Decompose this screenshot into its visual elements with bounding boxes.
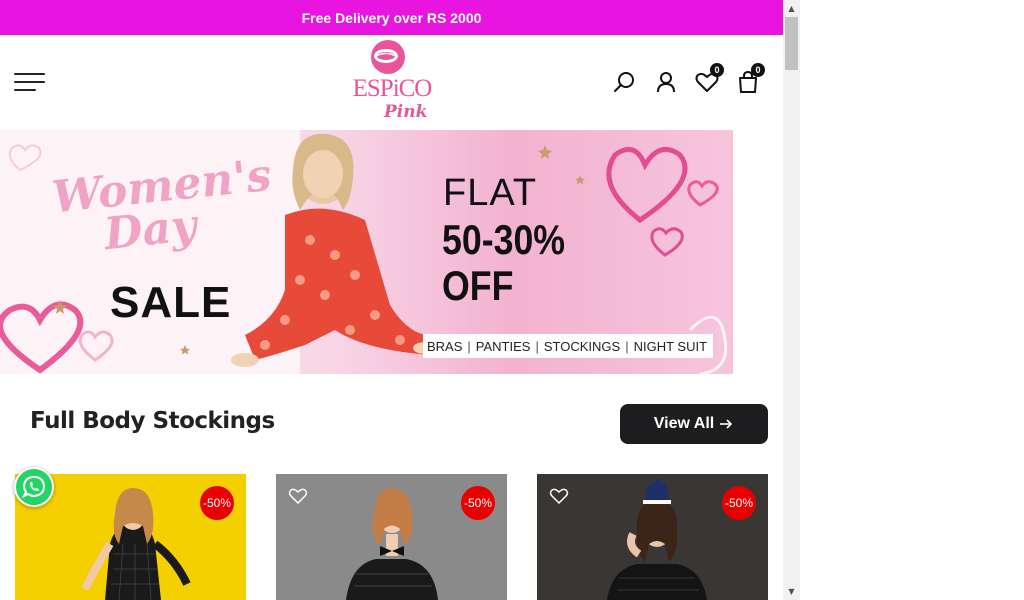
hamburger-menu-icon[interactable] <box>14 73 46 91</box>
scroll-down-arrow-icon[interactable]: ▼ <box>783 583 800 600</box>
logo-brand-text: ESPiCO <box>352 75 433 102</box>
product-card[interactable]: -50% <box>537 474 768 600</box>
page-viewport: Free Delivery over RS 2000 ESPiCO Pink 0… <box>0 0 783 600</box>
banner-discount-text: 50-30% <box>442 216 566 263</box>
section-title: Full Body Stockings <box>30 408 275 434</box>
cart-count-badge: 0 <box>751 63 765 77</box>
site-logo[interactable]: ESPiCO Pink <box>350 39 434 127</box>
scrollbar-thumb[interactable] <box>785 17 798 70</box>
whatsapp-chat-icon[interactable] <box>14 467 54 507</box>
announcement-bar: Free Delivery over RS 2000 <box>0 0 783 35</box>
user-icon[interactable] <box>653 69 679 95</box>
site-header: ESPiCO Pink 0 0 <box>0 35 783 130</box>
discount-badge: -50% <box>461 486 495 520</box>
vertical-scrollbar[interactable]: ▲ ▼ <box>783 0 800 600</box>
banner-category-night-suit: NIGHT SUIT <box>633 338 708 354</box>
hero-banner[interactable]: Women's Day SALE FLAT 50-30% OFF BRAS | … <box>0 130 733 374</box>
banner-off-text: OFF <box>442 262 514 309</box>
banner-category-bras: BRAS <box>427 338 463 354</box>
view-all-button[interactable]: View All <box>620 404 768 444</box>
announcement-text: Free Delivery over RS 2000 <box>301 9 482 26</box>
cart-bag-icon[interactable]: 0 <box>735 63 765 95</box>
discount-badge: -50% <box>200 486 234 520</box>
wishlist-heart-icon[interactable]: 0 <box>694 63 724 95</box>
wishlist-count-badge: 0 <box>710 63 724 77</box>
arrow-right-icon <box>720 419 733 429</box>
wishlist-heart-icon[interactable] <box>288 486 308 506</box>
view-all-label: View All <box>653 415 715 432</box>
banner-category-panties: PANTIES <box>475 338 531 354</box>
scroll-up-arrow-icon[interactable]: ▲ <box>783 0 800 17</box>
banner-category-strip: BRAS | PANTIES | STOCKINGS | NIGHT SUIT <box>423 334 714 358</box>
search-icon[interactable] <box>612 69 638 95</box>
wishlist-heart-icon[interactable] <box>549 486 569 506</box>
logo-sub-text: Pink <box>384 102 428 122</box>
banner-flat-text: FLAT <box>443 172 538 214</box>
banner-sale-text: SALE <box>110 278 232 327</box>
product-card[interactable]: -50% <box>276 474 507 600</box>
banner-category-stockings: STOCKINGS <box>543 338 621 354</box>
lips-logo-icon <box>371 40 405 74</box>
discount-badge: -50% <box>722 486 756 520</box>
